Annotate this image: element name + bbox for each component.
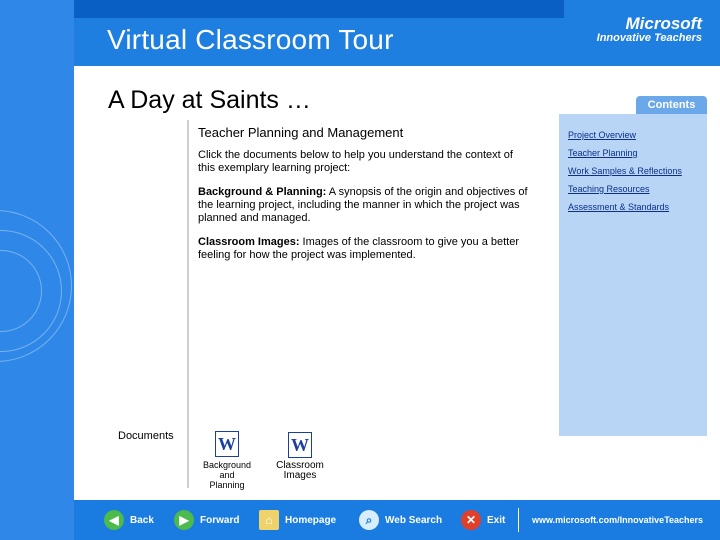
back-button[interactable]: ◀ Back bbox=[104, 500, 154, 540]
doc1-caption: Background and Planning bbox=[202, 460, 252, 490]
forward-label: Forward bbox=[200, 514, 240, 526]
left-decorative-band bbox=[0, 0, 74, 540]
page-title: A Day at Saints … bbox=[108, 86, 311, 114]
background-planning-doc[interactable]: W Background and Planning bbox=[202, 431, 252, 490]
back-arrow-icon: ◀ bbox=[104, 510, 124, 530]
contents-link-work-samples[interactable]: Work Samples & Reflections bbox=[568, 166, 682, 184]
microsoft-logo: Microsoft Innovative Teachers bbox=[597, 14, 702, 44]
footer-nav-bar: ◀ Back ▶ Forward ⌂ Homepage ⌕ Web Search… bbox=[74, 500, 720, 540]
contents-link-teacher-planning[interactable]: Teacher Planning bbox=[568, 148, 682, 166]
contents-tab: Contents bbox=[636, 96, 707, 115]
contents-list: Project Overview Teacher Planning Work S… bbox=[568, 130, 682, 220]
contents-link-teaching-resources[interactable]: Teaching Resources bbox=[568, 184, 682, 202]
brand-line2: Innovative Teachers bbox=[596, 32, 702, 44]
main-text-block: Teacher Planning and Management Click th… bbox=[198, 126, 528, 273]
item-background: Background & Planning: A synopsis of the… bbox=[198, 186, 528, 225]
item-classroom: Classroom Images: Images of the classroo… bbox=[198, 236, 528, 262]
homepage-button[interactable]: ⌂ Homepage bbox=[259, 500, 336, 540]
homepage-label: Homepage bbox=[285, 514, 337, 526]
contents-link-assessment[interactable]: Assessment & Standards bbox=[568, 202, 682, 220]
header-banner: Virtual Classroom Tour Microsoft Innovat… bbox=[74, 0, 720, 66]
app-title: Virtual Classroom Tour bbox=[107, 24, 394, 55]
brand-line1: Microsoft bbox=[625, 14, 703, 33]
footer-url[interactable]: www.microsoft.com/InnovativeTeachers bbox=[532, 515, 703, 525]
item2-label: Classroom Images: bbox=[198, 236, 300, 248]
word-document-icon[interactable]: W bbox=[215, 431, 239, 457]
contents-link-project-overview[interactable]: Project Overview bbox=[568, 130, 682, 148]
exit-button[interactable]: ✕ Exit bbox=[461, 500, 505, 540]
search-icon: ⌕ bbox=[359, 510, 379, 530]
classroom-images-doc[interactable]: W Classroom Images bbox=[260, 432, 340, 481]
header-top-strip bbox=[74, 0, 564, 18]
forward-button[interactable]: ▶ Forward bbox=[174, 500, 239, 540]
web-search-label: Web Search bbox=[385, 514, 443, 526]
intro-text: Click the documents below to help you un… bbox=[198, 149, 513, 174]
documents-label: Documents bbox=[118, 430, 174, 442]
web-search-button[interactable]: ⌕ Web Search bbox=[359, 500, 442, 540]
vertical-divider bbox=[187, 120, 189, 488]
item1-label: Background & Planning: bbox=[198, 186, 327, 198]
exit-label: Exit bbox=[487, 514, 506, 526]
footer-separator bbox=[518, 508, 519, 532]
home-icon: ⌂ bbox=[259, 510, 279, 530]
back-label: Back bbox=[130, 514, 154, 526]
close-icon: ✕ bbox=[461, 510, 481, 530]
forward-arrow-icon: ▶ bbox=[174, 510, 194, 530]
section-heading: Teacher Planning and Management bbox=[198, 125, 404, 140]
doc2-caption: Classroom Images bbox=[276, 460, 324, 481]
word-document-icon[interactable]: W bbox=[288, 432, 312, 458]
